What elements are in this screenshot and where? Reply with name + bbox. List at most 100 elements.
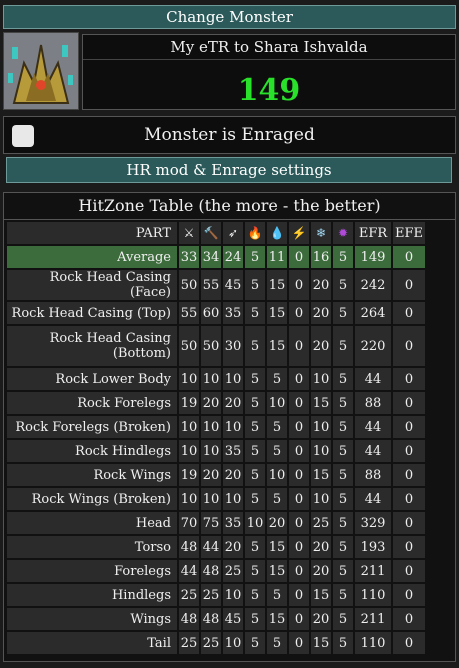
table-row: Rock Lower Body 10 10 10 5 5 0 10 5 44 0 (7, 368, 425, 390)
table-row: Forelegs 44 48 25 5 15 0 20 5 211 0 (7, 560, 425, 582)
cell-value: 20 (311, 608, 331, 630)
cell-value: 10 (223, 632, 243, 654)
part-name: Rock Forelegs (Broken) (7, 416, 177, 438)
cell-value: 5 (333, 584, 353, 606)
cell-value: 242 (355, 270, 391, 300)
table-row: Torso 48 44 20 5 15 0 20 5 193 0 (7, 536, 425, 558)
part-name: Head (7, 512, 177, 534)
cell-value: 11 (267, 246, 287, 268)
cell-value: 5 (245, 584, 265, 606)
table-row: Rock Forelegs 19 20 20 5 10 0 15 5 88 0 (7, 392, 425, 414)
fire-icon: 🔥 (247, 225, 263, 240)
cell-value: 20 (223, 536, 243, 558)
cell-value: 5 (333, 512, 353, 534)
cell-value: 0 (393, 302, 425, 324)
cell-value: 10 (267, 392, 287, 414)
monster-icon (3, 32, 79, 110)
cell-value: 5 (245, 464, 265, 486)
cell-value: 10 (267, 464, 287, 486)
cell-value: 35 (223, 302, 243, 324)
cell-value: 25 (201, 632, 221, 654)
cell-value: 0 (289, 270, 309, 300)
cell-value: 25 (223, 560, 243, 582)
cell-value: 44 (355, 416, 391, 438)
cell-value: 20 (201, 392, 221, 414)
shot-icon: ➶ (227, 225, 239, 240)
water-icon: 💧 (269, 225, 285, 240)
cell-value: 0 (289, 326, 309, 366)
part-name: Wings (7, 608, 177, 630)
cell-value: 5 (245, 440, 265, 462)
table-row: Rock Wings (Broken) 10 10 10 5 5 0 10 5 44 0 (7, 488, 425, 510)
cell-value: 10 (179, 368, 199, 390)
cell-value: 19 (179, 392, 199, 414)
cell-value: 0 (393, 584, 425, 606)
cell-value: 50 (179, 270, 199, 300)
cell-value: 0 (393, 560, 425, 582)
cell-value: 25 (311, 512, 331, 534)
cell-value: 15 (311, 392, 331, 414)
cell-value: 10 (311, 416, 331, 438)
cell-value: 10 (179, 416, 199, 438)
cell-value: 5 (267, 368, 287, 390)
efr-value: 149 (237, 73, 301, 108)
cell-value: 10 (223, 584, 243, 606)
part-name: Average (7, 246, 177, 268)
cell-value: 0 (289, 488, 309, 510)
column-header-fire-icon: 🔥 (245, 222, 265, 244)
cell-value: 45 (223, 608, 243, 630)
enraged-label: Monster is Enraged (144, 125, 315, 145)
cell-value: 0 (289, 302, 309, 324)
cell-value: 0 (289, 632, 309, 654)
cell-value: 35 (223, 512, 243, 534)
cell-value: 10 (311, 368, 331, 390)
cell-value: 0 (289, 440, 309, 462)
average-row: Average 33 34 24 5 11 0 16 5 149 0 (7, 246, 425, 268)
column-header-ice-icon: ❄ (311, 222, 331, 244)
dragon-icon: ✹ (337, 225, 349, 240)
table-row: Hindlegs 25 25 10 5 5 0 15 5 110 0 (7, 584, 425, 606)
table-row: Rock Head Casing (Top) 55 60 35 5 15 0 20 5 264 0 (7, 302, 425, 324)
cell-value: 5 (245, 270, 265, 300)
cell-value: 10 (223, 416, 243, 438)
cell-value: 10 (245, 512, 265, 534)
cell-value: 0 (393, 440, 425, 462)
cell-value: 0 (393, 270, 425, 300)
cell-value: 5 (333, 464, 353, 486)
cell-value: 0 (289, 464, 309, 486)
table-row: Rock Wings 19 20 20 5 10 0 15 5 88 0 (7, 464, 425, 486)
cell-value: 5 (333, 246, 353, 268)
cell-value: 50 (201, 326, 221, 366)
cell-value: 0 (393, 512, 425, 534)
cell-value: 0 (289, 246, 309, 268)
column-header-blunt-icon: 🔨 (201, 222, 221, 244)
cell-value: 264 (355, 302, 391, 324)
cell-value: 48 (201, 560, 221, 582)
column-header-thunder-icon: ⚡ (289, 222, 309, 244)
cell-value: 10 (201, 368, 221, 390)
column-header-shot-icon: ➶ (223, 222, 243, 244)
column-header-part: PART (7, 222, 177, 244)
cell-value: 50 (179, 326, 199, 366)
cell-value: 5 (267, 440, 287, 462)
part-name: Hindlegs (7, 584, 177, 606)
cell-value: 25 (179, 584, 199, 606)
cell-value: 88 (355, 464, 391, 486)
cell-value: 44 (179, 560, 199, 582)
cell-value: 5 (267, 584, 287, 606)
cell-value: 110 (355, 632, 391, 654)
cell-value: 0 (393, 608, 425, 630)
cell-value: 0 (289, 368, 309, 390)
enraged-toggle[interactable]: Monster is Enraged (3, 116, 456, 154)
change-monster-button[interactable]: Change Monster (3, 5, 456, 29)
table-row: Rock Head Casing (Bottom) 50 50 30 5 15 0 20 5 22… (7, 326, 425, 366)
part-name: Rock Head Casing (Bottom) (7, 326, 177, 366)
part-name: Rock Head Casing (Top) (7, 302, 177, 324)
cell-value: 5 (245, 608, 265, 630)
hr-settings-button[interactable]: HR mod & Enrage settings (6, 157, 452, 183)
cell-value: 15 (311, 584, 331, 606)
cell-value: 5 (333, 608, 353, 630)
cell-value: 5 (267, 632, 287, 654)
column-header-dragon-icon: ✹ (333, 222, 353, 244)
cell-value: 33 (179, 246, 199, 268)
